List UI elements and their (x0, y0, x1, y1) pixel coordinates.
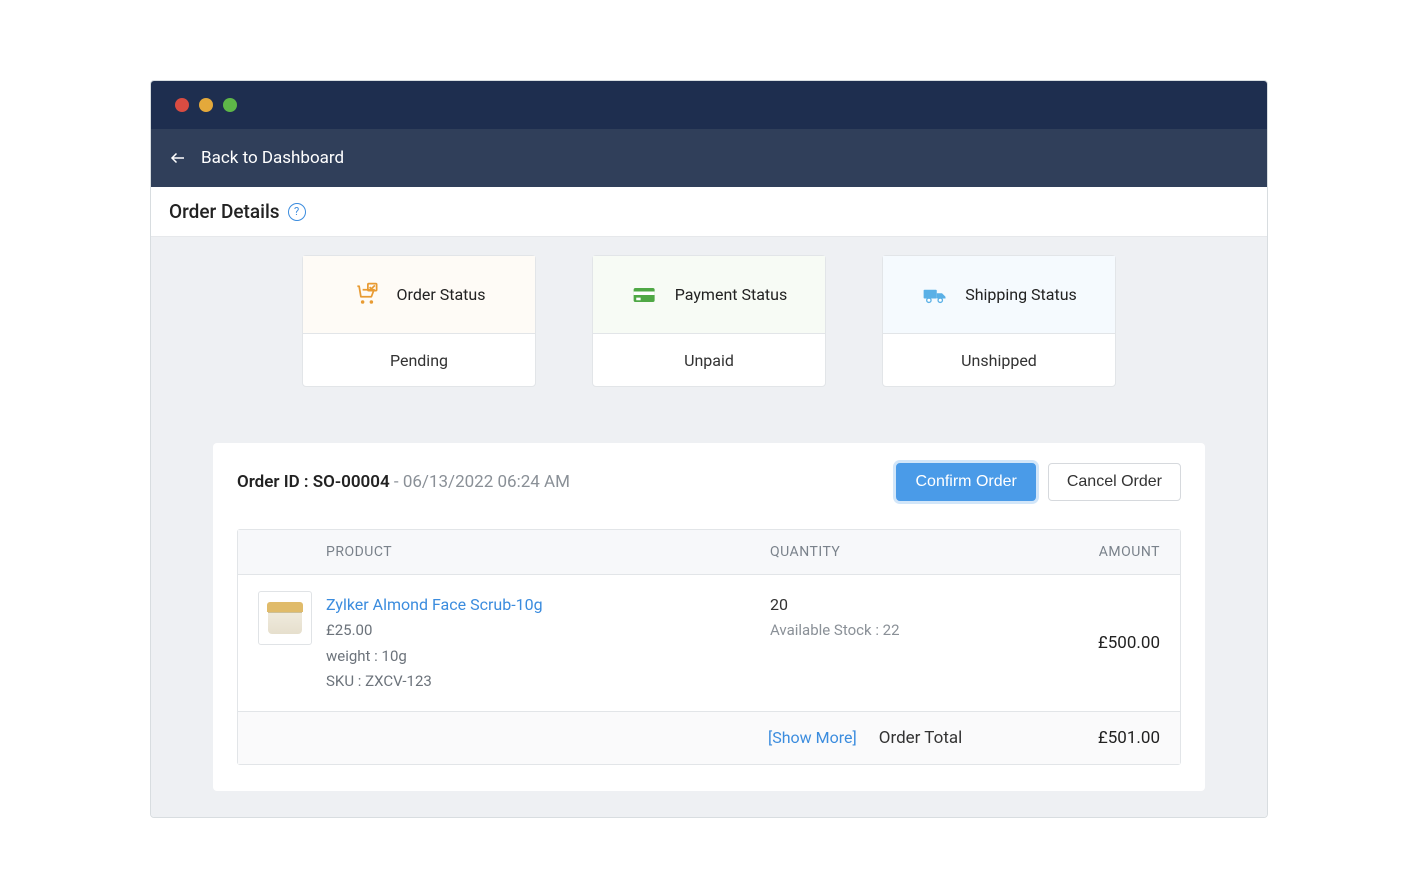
quantity-cell: 20 Available Stock : 22 (770, 591, 1030, 644)
product-sku: SKU : ZXCV-123 (326, 669, 770, 695)
table-footer: [Show More] Order Total £501.00 (238, 712, 1180, 764)
product-thumbnail (258, 591, 312, 645)
col-header-amount: AMOUNT (1030, 544, 1160, 560)
jar-icon (267, 602, 303, 634)
content-area: Order Status Pending Payment Status Unp (151, 237, 1267, 817)
window-titlebar (151, 81, 1267, 129)
order-id-label: Order ID : (237, 472, 313, 492)
payment-status-card: Payment Status Unpaid (592, 255, 826, 387)
product-price: £25.00 (326, 618, 770, 644)
window-minimize-dot[interactable] (199, 98, 213, 112)
payment-status-value: Unpaid (593, 334, 825, 386)
cancel-order-button[interactable]: Cancel Order (1048, 463, 1181, 501)
col-header-product: PRODUCT (258, 544, 770, 560)
table-header: PRODUCT QUANTITY AMOUNT (238, 530, 1180, 575)
order-status-header: Order Status (303, 256, 535, 334)
shipping-status-header: Shipping Status (883, 256, 1115, 334)
product-weight: weight : 10g (326, 644, 770, 670)
show-more-link[interactable]: [Show More] (768, 728, 857, 747)
shipping-status-label: Shipping Status (965, 285, 1077, 304)
confirm-order-button[interactable]: Confirm Order (896, 463, 1035, 501)
back-bar[interactable]: Back to Dashboard (151, 129, 1267, 187)
window-close-dot[interactable] (175, 98, 189, 112)
order-timestamp: 06/13/2022 06:24 AM (403, 472, 570, 492)
order-id: SO-00004 (313, 472, 390, 492)
shipping-status-card: Shipping Status Unshipped (882, 255, 1116, 387)
credit-card-icon (631, 281, 659, 309)
product-name-link[interactable]: Zylker Almond Face Scrub-10g (326, 591, 770, 618)
order-actions: Confirm Order Cancel Order (896, 463, 1181, 501)
order-id-line: Order ID : SO-00004 - 06/13/2022 06:24 A… (237, 472, 570, 492)
order-total-value: £501.00 (1030, 728, 1160, 748)
arrow-left-icon (169, 149, 187, 167)
product-cell: Zylker Almond Face Scrub-10g £25.00 weig… (326, 591, 770, 695)
order-items-table: PRODUCT QUANTITY AMOUNT Zy (237, 529, 1181, 765)
order-status-label: Order Status (397, 285, 486, 304)
cart-check-icon (353, 281, 381, 309)
window-maximize-dot[interactable] (223, 98, 237, 112)
quantity-value: 20 (770, 591, 1030, 618)
order-id-separator: - (390, 472, 403, 492)
product-thumb-cell (258, 591, 326, 645)
order-status-card: Order Status Pending (302, 255, 536, 387)
page-title-bar: Order Details ? (151, 187, 1267, 237)
order-panel-header: Order ID : SO-00004 - 06/13/2022 06:24 A… (237, 463, 1181, 501)
amount-cell: £500.00 (1030, 633, 1160, 653)
app-window: Back to Dashboard Order Details ? (150, 80, 1268, 818)
truck-icon (921, 281, 949, 309)
order-status-value: Pending (303, 334, 535, 386)
table-row: Zylker Almond Face Scrub-10g £25.00 weig… (238, 575, 1180, 712)
order-panel: Order ID : SO-00004 - 06/13/2022 06:24 A… (213, 443, 1205, 791)
available-stock: Available Stock : 22 (770, 618, 1030, 644)
help-icon[interactable]: ? (288, 203, 306, 221)
shipping-status-value: Unshipped (883, 334, 1115, 386)
page-title: Order Details (169, 200, 280, 223)
col-header-quantity: QUANTITY (770, 544, 1030, 560)
order-total-label: Order Total (879, 728, 963, 748)
back-label: Back to Dashboard (201, 148, 344, 168)
payment-status-header: Payment Status (593, 256, 825, 334)
payment-status-label: Payment Status (675, 285, 787, 304)
status-cards-row: Order Status Pending Payment Status Unp (151, 255, 1267, 387)
